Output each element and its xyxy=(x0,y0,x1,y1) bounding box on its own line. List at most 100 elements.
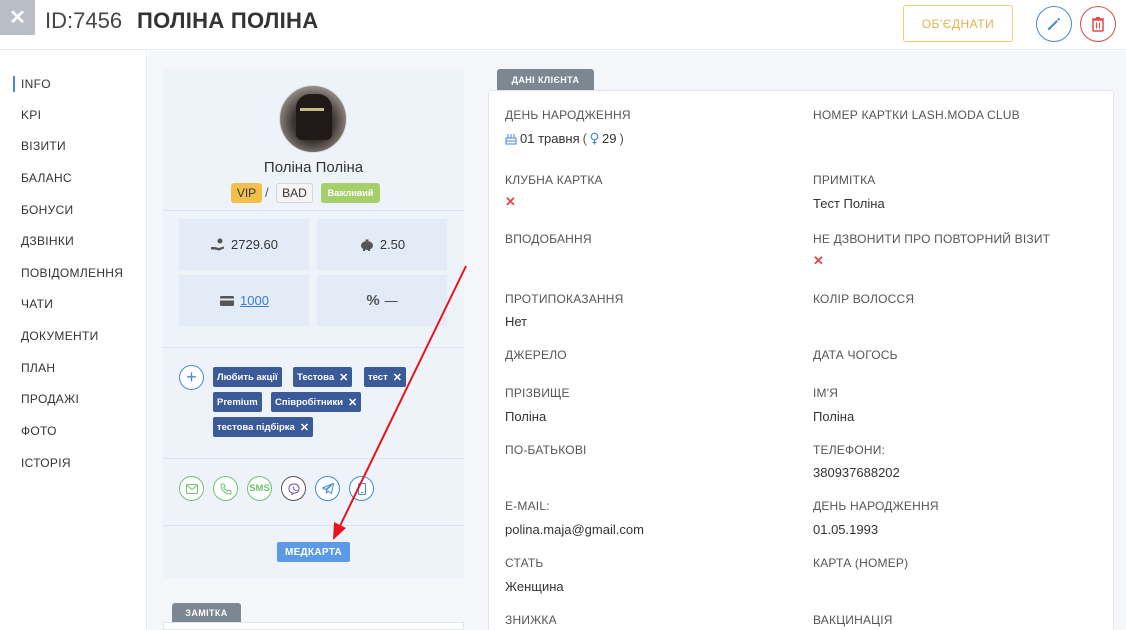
sidebar-item-messages[interactable]: ПОВІДОМЛЕННЯ xyxy=(21,266,123,280)
surname-label: ПРІЗВИЩЕ xyxy=(505,386,570,400)
gender-label: СТАТЬ xyxy=(505,556,544,570)
hair-color-label: КОЛІР ВОЛОССЯ xyxy=(813,292,915,306)
sidebar-item-documents[interactable]: ДОКУМЕНТИ xyxy=(21,329,99,343)
some-date-label: ДАТА ЧОГОСЬ xyxy=(813,348,898,362)
pencil-icon xyxy=(1048,17,1061,30)
merge-button[interactable]: ОБ'ЄДНАТИ xyxy=(903,5,1013,42)
trash-icon xyxy=(1092,17,1104,32)
credit-card-icon xyxy=(220,295,235,306)
age-value: 29 xyxy=(601,131,617,146)
patronymic-label: ПО-БАТЬКОВІ xyxy=(505,443,587,457)
age-paren: ) xyxy=(619,131,624,146)
divider xyxy=(163,210,464,211)
piggy-bank-icon xyxy=(360,239,373,251)
edit-button[interactable] xyxy=(1036,6,1072,42)
age-paren: ( xyxy=(582,131,587,146)
sidebar-item-kpi[interactable]: KPI xyxy=(21,108,41,122)
bad-badge: BAD xyxy=(276,183,313,203)
sidebar-item-plan[interactable]: ПЛАН xyxy=(21,361,55,375)
discount-label: ЗНИЖКА xyxy=(505,613,557,627)
preferences-label: ВПОДОБАННЯ xyxy=(505,232,592,246)
remove-icon[interactable]: ✕ xyxy=(393,371,402,384)
birthdate-label: ДЕНЬ НАРОДЖЕННЯ xyxy=(813,499,939,513)
email-label: E-MAIL: xyxy=(505,499,550,513)
note-tab: ЗАМІТКА xyxy=(172,603,241,623)
avatar xyxy=(279,85,347,153)
firstname-label: ІМ'Я xyxy=(813,386,839,400)
card-link[interactable]: 1000 xyxy=(240,293,269,308)
medcard-button[interactable]: МЕДКАРТА xyxy=(277,542,350,562)
sidebar-item-photo[interactable]: ФОТО xyxy=(21,424,57,438)
email-value: polina.maja@gmail.com xyxy=(505,522,644,537)
divider xyxy=(163,458,464,459)
client-name-title: ПОЛІНА ПОЛІНА xyxy=(137,8,319,33)
hand-coins-icon xyxy=(211,238,224,250)
telegram-button[interactable] xyxy=(315,476,340,501)
profile-name: Поліна Поліна xyxy=(263,159,364,176)
sidebar-item-info[interactable]: INFO xyxy=(21,77,51,91)
birthdate-value: 01.05.1993 xyxy=(813,522,879,537)
contraindications-label: ПРОТИПОКАЗАННЯ xyxy=(505,292,624,306)
remove-icon[interactable]: ✕ xyxy=(339,371,348,384)
client-data-panel xyxy=(488,90,1114,630)
tag-label: Premium xyxy=(217,396,258,408)
viber-button[interactable] xyxy=(281,476,306,501)
divider xyxy=(163,525,464,526)
phone-button[interactable] xyxy=(213,476,238,501)
note-card xyxy=(163,622,464,630)
tag-item: Любить акції xyxy=(213,367,282,387)
tag-item: Співробітники ✕ xyxy=(271,392,362,412)
remove-icon[interactable]: ✕ xyxy=(348,396,357,409)
sidebar-item-chats[interactable]: ЧАТИ xyxy=(21,297,53,311)
cake-icon xyxy=(505,134,517,145)
no-call-label: НЕ ДЗВОНИТИ ПРО ПОВТОРНИЙ ВІЗИТ xyxy=(813,232,1051,246)
mobile-button[interactable] xyxy=(349,476,374,501)
tag-item: тест ✕ xyxy=(364,367,406,387)
percent-icon: % xyxy=(366,292,380,309)
remove-icon[interactable]: ✕ xyxy=(300,421,309,434)
tag-item: Premium xyxy=(213,392,262,412)
close-icon[interactable]: ✕ xyxy=(0,0,35,35)
important-badge: Важливий xyxy=(321,183,380,203)
birthday-label: ДЕНЬ НАРОДЖЕННЯ xyxy=(505,108,631,122)
sidebar-item-sales[interactable]: ПРОДАЖІ xyxy=(21,392,79,406)
sidebar-item-history[interactable]: ІСТОРІЯ xyxy=(21,456,71,470)
sidebar-item-visits[interactable]: ВІЗИТИ xyxy=(21,139,66,153)
balance-value: 2729.60 xyxy=(231,237,278,252)
add-tag-button[interactable]: + xyxy=(179,365,204,390)
tag-label: тестова підбірка xyxy=(217,421,295,433)
avatar-hairclip xyxy=(300,108,324,111)
stat-discount: % — xyxy=(317,275,447,326)
discount-value: — xyxy=(384,293,398,308)
phones-label: ТЕЛЕФОНИ: xyxy=(813,443,886,457)
divider xyxy=(163,347,464,348)
club-card-no-icon: ✕ xyxy=(505,194,516,209)
gender-value: Женщина xyxy=(505,579,564,594)
sidebar-item-calls[interactable]: ДЗВІНКИ xyxy=(21,234,74,248)
tag-label: Співробітники xyxy=(275,396,344,408)
avatar-hair xyxy=(296,94,332,140)
sms-icon: SMS xyxy=(249,483,270,494)
tag-label: Тестова xyxy=(297,371,335,383)
contraindications-value: Нет xyxy=(505,314,528,329)
top-bar: ✕ ID:7456 ПОЛІНА ПОЛІНА ОБ'ЄДНАТИ xyxy=(0,0,1126,50)
vaccination-label: ВАКЦИНАЦІЯ xyxy=(813,613,893,627)
sidebar-item-balance[interactable]: БАЛАНС xyxy=(21,171,72,185)
source-label: ДЖЕРЕЛО xyxy=(505,348,567,362)
vip-badge: VIP xyxy=(231,183,262,203)
tag-item: тестова підбірка ✕ xyxy=(213,417,314,437)
badge-separator: / xyxy=(265,185,269,200)
sms-button[interactable]: SMS xyxy=(247,476,272,501)
surname-value: Поліна xyxy=(505,409,547,424)
birthday-row: 01 травня ( 29 ) xyxy=(505,131,624,146)
phone-icon xyxy=(219,483,231,495)
club-card-label: КЛУБНА КАРТКА xyxy=(505,173,603,187)
email-button[interactable] xyxy=(179,476,204,501)
stat-balance: 2729.60 xyxy=(179,219,309,270)
tag-label: Любить акції xyxy=(217,371,278,383)
client-data-tab: ДАНІ КЛІЄНТА xyxy=(497,69,594,90)
delete-button[interactable] xyxy=(1080,6,1116,42)
tag-label: тест xyxy=(368,371,388,383)
gender-icon xyxy=(590,132,599,145)
sidebar-item-bonuses[interactable]: БОНУСИ xyxy=(21,203,73,217)
